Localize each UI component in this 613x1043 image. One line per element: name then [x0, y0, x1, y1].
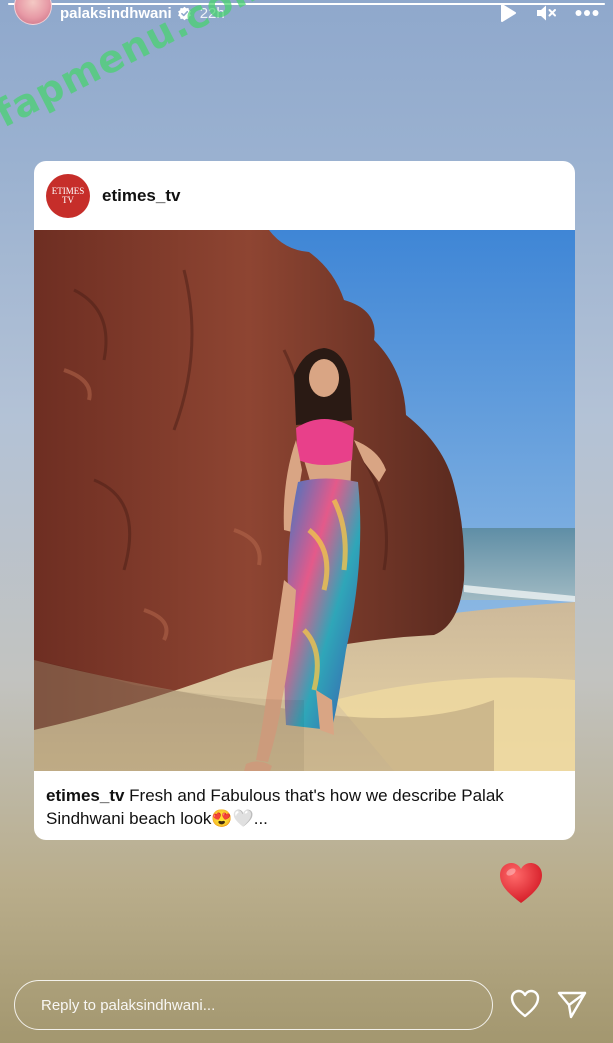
heart-outline-icon[interactable]: [509, 988, 541, 1020]
shared-post-card[interactable]: ETIMES TV etimes_tv etimes_tv Fresh and …: [34, 161, 575, 840]
post-header: ETIMES TV etimes_tv: [34, 161, 575, 230]
story-controls: [499, 3, 599, 23]
post-caption: etimes_tv Fresh and Fabulous that's how …: [46, 784, 563, 830]
avatar[interactable]: [14, 0, 52, 25]
post-username[interactable]: etimes_tv: [102, 186, 180, 206]
caption-username[interactable]: etimes_tv: [46, 786, 124, 805]
paper-plane-icon[interactable]: [556, 988, 588, 1020]
mute-icon[interactable]: [535, 3, 557, 23]
post-avatar[interactable]: ETIMES TV: [46, 173, 90, 218]
more-icon[interactable]: [575, 9, 599, 17]
reply-input[interactable]: [39, 995, 492, 1015]
play-icon[interactable]: [499, 3, 517, 23]
story-header: palaksindhwani 22h: [14, 0, 599, 26]
heart-emoji-icon: [498, 861, 544, 907]
reply-box[interactable]: [14, 980, 493, 1030]
post-photo[interactable]: [34, 230, 575, 771]
